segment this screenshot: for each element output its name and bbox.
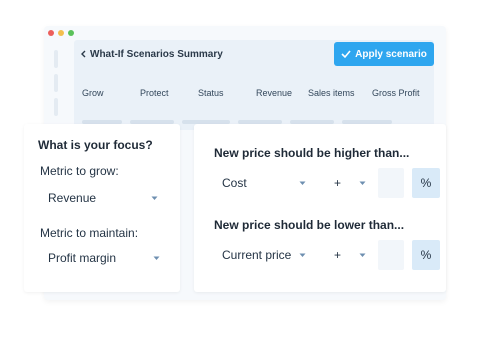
column-header[interactable]: Status	[198, 88, 256, 98]
apply-scenario-button[interactable]: Apply scenario	[334, 42, 434, 66]
higher-rule-title: New price should be higher than...	[214, 146, 410, 160]
focus-title: What is your focus?	[38, 138, 153, 152]
caret-down-icon	[150, 195, 158, 201]
summary-header: What-If Scenarios Summary Apply scenario	[74, 40, 434, 68]
scenarios-summary-card: What-If Scenarios Summary Apply scenario…	[74, 40, 434, 130]
maintain-label: Metric to maintain:	[40, 226, 139, 240]
sidebar-rail	[50, 44, 62, 136]
maintain-value: Profit margin	[48, 251, 117, 265]
caret-down-icon	[298, 180, 306, 186]
chevron-left-icon[interactable]	[78, 49, 88, 59]
grow-select[interactable]: Revenue	[44, 186, 162, 210]
sidebar-placeholder	[54, 74, 58, 92]
lower-base-value: Current price	[222, 248, 292, 262]
caret-down-icon	[298, 252, 306, 258]
column-header[interactable]: Gross Profit	[372, 88, 434, 98]
lower-operator-select[interactable]: +	[330, 243, 370, 267]
lower-percent-unit: %	[412, 240, 440, 270]
higher-base-value: Cost	[222, 176, 247, 190]
price-rules-panel: New price should be higher than... Cost …	[194, 124, 446, 292]
caret-down-icon	[152, 255, 160, 261]
lower-base-select[interactable]: Current price	[218, 243, 310, 267]
apply-scenario-label: Apply scenario	[355, 48, 427, 60]
lower-percent-input[interactable]	[378, 240, 404, 270]
lower-rule-row: Current price + %	[214, 240, 444, 270]
close-window-icon[interactable]	[48, 30, 54, 36]
summary-title: What-If Scenarios Summary	[90, 48, 223, 60]
higher-base-select[interactable]: Cost	[218, 171, 310, 195]
focus-panel: What is your focus? Metric to grow: Reve…	[24, 124, 180, 292]
higher-rule-row: Cost + %	[214, 168, 444, 198]
higher-percent-unit: %	[412, 168, 440, 198]
window-controls	[48, 30, 74, 36]
column-header[interactable]: Grow	[82, 88, 140, 98]
maximize-window-icon[interactable]	[68, 30, 74, 36]
column-header[interactable]: Protect	[140, 88, 198, 98]
minimize-window-icon[interactable]	[58, 30, 64, 36]
lower-rule-title: New price should be lower than...	[214, 218, 405, 232]
sidebar-placeholder	[54, 98, 58, 116]
caret-down-icon	[358, 180, 366, 186]
column-header[interactable]: Sales items	[308, 88, 372, 98]
sidebar-placeholder	[54, 50, 58, 68]
lower-operator-value: +	[334, 248, 342, 262]
maintain-select[interactable]: Profit margin	[44, 246, 164, 270]
grow-value: Revenue	[48, 191, 97, 205]
higher-percent-input[interactable]	[378, 168, 404, 198]
higher-operator-select[interactable]: +	[330, 171, 370, 195]
summary-columns: Grow Protect Status Revenue Sales items …	[82, 88, 434, 98]
checkmark-icon	[341, 50, 351, 59]
column-header[interactable]: Revenue	[256, 88, 308, 98]
higher-operator-value: +	[334, 176, 342, 190]
caret-down-icon	[358, 252, 366, 258]
grow-label: Metric to grow:	[40, 164, 119, 178]
